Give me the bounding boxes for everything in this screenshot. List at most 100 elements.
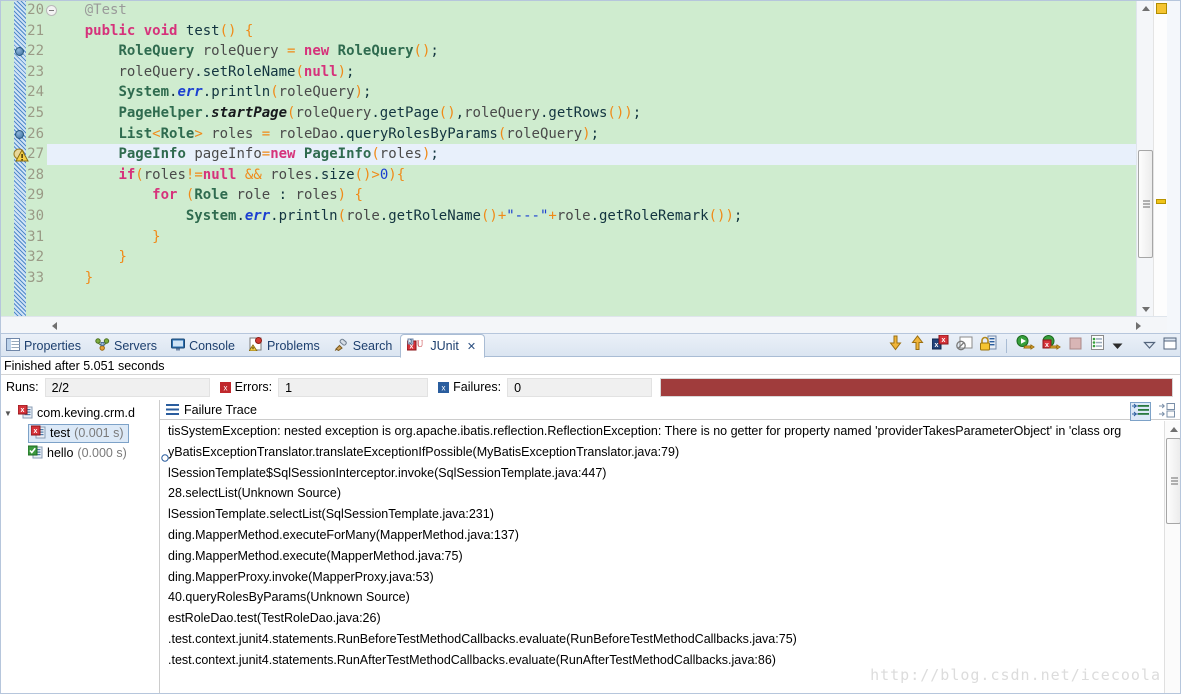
gutter-line[interactable]: 23 bbox=[0, 62, 47, 83]
scroll-left-arrow-icon[interactable] bbox=[46, 317, 63, 334]
scroll-down-arrow-icon[interactable] bbox=[1137, 301, 1154, 317]
gutter-line[interactable]: 24 bbox=[0, 82, 47, 103]
code-line[interactable]: if(roles!=null && roles.size()>0){ bbox=[47, 165, 1167, 186]
code-text-area[interactable]: @Test public void test() { RoleQuery rol… bbox=[47, 0, 1167, 317]
editor-overview-ruler[interactable] bbox=[1153, 0, 1167, 317]
failure-trace-line[interactable]: lSessionTemplate$SqlSessionInterceptor.i… bbox=[160, 463, 1164, 484]
gutter-line[interactable]: 21 bbox=[0, 21, 47, 42]
code-line[interactable]: PageInfo pageInfo=new PageInfo(roles); bbox=[47, 144, 1167, 165]
fold-collapse-icon[interactable] bbox=[46, 5, 57, 16]
gutter-line[interactable]: 28 bbox=[0, 165, 47, 186]
overview-warning-marker-icon[interactable] bbox=[1156, 3, 1167, 14]
breakpoint-icon[interactable] bbox=[15, 47, 24, 57]
view-tabs[interactable]: Properties Servers Console Problems Search x J… bbox=[0, 334, 486, 358]
rerun-failed-tests-button[interactable]: x bbox=[1042, 335, 1061, 356]
tab-problems[interactable]: Problems bbox=[243, 334, 328, 357]
code-line[interactable]: } bbox=[47, 268, 1167, 289]
editor-horizontal-scrollbar[interactable] bbox=[0, 316, 1167, 333]
close-icon[interactable]: ✕ bbox=[467, 340, 476, 353]
breakpoint-icon[interactable] bbox=[15, 129, 24, 139]
code-line[interactable]: System.err.println(role.getRoleName()+"-… bbox=[47, 206, 1167, 227]
code-line[interactable]: public void test() { bbox=[47, 21, 1167, 42]
code-line[interactable]: roleQuery.setRoleName(null); bbox=[47, 62, 1167, 83]
view-menu-button[interactable] bbox=[1112, 337, 1123, 355]
view-toolbar[interactable]: xxx bbox=[888, 334, 1177, 357]
failure-trace-line[interactable]: ding.MapperProxy.invoke(MapperProxy.java… bbox=[160, 567, 1164, 588]
gutter-line[interactable]: 30 bbox=[0, 206, 47, 227]
gutter-line[interactable]: 25 bbox=[0, 103, 47, 124]
scroll-up-arrow-icon[interactable] bbox=[1137, 0, 1154, 16]
gutter-line[interactable]: 32 bbox=[0, 247, 47, 268]
failure-trace-line[interactable]: ding.MapperMethod.executeForMany(MapperM… bbox=[160, 525, 1164, 546]
code-line[interactable]: @Test bbox=[47, 0, 1167, 21]
failure-trace-label: Failure Trace bbox=[184, 402, 257, 417]
editor-gutter[interactable]: 20 21 22 23 24 25 26 27 28 29 30 31 32 33 bbox=[0, 0, 57, 317]
previous-failed-test-button[interactable] bbox=[910, 335, 925, 356]
failure-trace-line[interactable]: 28.selectList(Unknown Source) bbox=[160, 483, 1164, 504]
trace-vertical-scrollbar[interactable] bbox=[1164, 421, 1181, 694]
editor-viewport[interactable]: 20 21 22 23 24 25 26 27 28 29 30 31 32 33 @Test publi… bbox=[0, 0, 1167, 317]
scroll-right-arrow-icon[interactable] bbox=[1130, 317, 1147, 334]
overview-warning-marker-icon[interactable] bbox=[1156, 199, 1166, 204]
failure-trace-line[interactable]: .test.context.junit4.statements.RunAfter… bbox=[160, 650, 1164, 671]
maximize-view-button[interactable] bbox=[1163, 337, 1177, 355]
svg-text:x: x bbox=[942, 337, 946, 344]
line-number: 27 bbox=[27, 146, 44, 163]
tab-junit[interactable]: x J U JUnit ✕ bbox=[400, 334, 486, 358]
code-line[interactable]: PageHelper.startPage(roleQuery.getPage()… bbox=[47, 103, 1167, 124]
selected-test-item[interactable]: x test (0.001 s) bbox=[28, 423, 129, 443]
gutter-line[interactable]: 33 bbox=[0, 268, 47, 289]
trace-scrollbar-thumb[interactable] bbox=[1166, 438, 1181, 524]
test-tree-item[interactable]: ▼ x com.keving.crm.d bbox=[0, 403, 159, 423]
test-duration: (0.000 s) bbox=[77, 446, 127, 460]
test-hierarchy-tree[interactable]: ▼ x com.keving.crm.d x test (0.001 s) hello (0.… bbox=[0, 400, 160, 694]
tab-properties[interactable]: Properties bbox=[0, 334, 89, 357]
tab-search[interactable]: Search bbox=[328, 334, 401, 357]
editor-scrollbar-thumb[interactable] bbox=[1138, 150, 1153, 258]
terminate-button[interactable] bbox=[1068, 336, 1083, 356]
editor-vertical-scrollbar[interactable] bbox=[1136, 0, 1153, 317]
test-name: test bbox=[50, 426, 71, 440]
scroll-lock-button[interactable] bbox=[980, 335, 997, 356]
gutter-line[interactable]: 29 bbox=[0, 185, 47, 206]
show-failures-only-button[interactable]: xx bbox=[931, 334, 949, 356]
failure-trace-line[interactable]: yBatisExceptionTranslator.translateExcep… bbox=[160, 442, 1164, 463]
arrow-down-icon bbox=[888, 335, 903, 356]
trace-scroll-up-arrow-icon[interactable] bbox=[1165, 421, 1181, 437]
tree-expand-arrow-icon[interactable]: ▼ bbox=[4, 409, 14, 418]
failure-trace-list[interactable]: tisSystemException: nested exception is … bbox=[160, 421, 1164, 694]
failure-trace-line[interactable]: .test.context.junit4.statements.RunBefor… bbox=[160, 629, 1164, 650]
code-line[interactable]: } bbox=[47, 247, 1167, 268]
test-tree-item[interactable]: x test (0.001 s) bbox=[0, 423, 159, 443]
minimize-view-button[interactable] bbox=[1143, 337, 1156, 355]
code-line[interactable]: } bbox=[47, 227, 1167, 248]
code-line[interactable]: for (Role role : roles) { bbox=[47, 185, 1167, 206]
gutter-line[interactable]: 20 bbox=[0, 0, 57, 21]
gutter-line[interactable]: 27 bbox=[0, 144, 47, 165]
line-number: 33 bbox=[27, 269, 44, 286]
junit-progress-bar bbox=[660, 377, 1173, 397]
warning-icon[interactable] bbox=[13, 147, 29, 162]
failure-trace-line[interactable]: tisSystemException: nested exception is … bbox=[160, 421, 1164, 442]
filter-stack-trace-button[interactable] bbox=[1130, 402, 1151, 421]
tab-servers[interactable]: Servers bbox=[89, 334, 165, 357]
stop-junit-button[interactable] bbox=[956, 335, 973, 356]
tab-console[interactable]: Console bbox=[165, 334, 243, 357]
gutter-line[interactable]: 26 bbox=[0, 124, 47, 145]
failure-trace-line[interactable]: estRoleDao.test(TestRoleDao.java:26) bbox=[160, 608, 1164, 629]
failure-trace-toolbar[interactable] bbox=[1130, 402, 1177, 421]
failure-trace-line[interactable]: 40.queryRolesByParams(Unknown Source) bbox=[160, 587, 1164, 608]
code-line[interactable]: RoleQuery roleQuery = new RoleQuery(); bbox=[47, 41, 1167, 62]
trace-text: lSessionTemplate$SqlSessionInterceptor.i… bbox=[168, 465, 607, 480]
code-line[interactable]: List<Role> roles = roleDao.queryRolesByP… bbox=[47, 124, 1167, 145]
compare-result-button[interactable] bbox=[1156, 402, 1177, 421]
test-tree-item[interactable]: hello (0.000 s) bbox=[0, 443, 159, 463]
test-run-history-button[interactable] bbox=[1090, 335, 1105, 356]
code-line[interactable]: System.err.println(roleQuery); bbox=[47, 82, 1167, 103]
gutter-line[interactable]: 31 bbox=[0, 227, 47, 248]
rerun-test-button[interactable] bbox=[1016, 335, 1035, 356]
failure-trace-line[interactable]: lSessionTemplate.selectList(SqlSessionTe… bbox=[160, 504, 1164, 525]
gutter-line[interactable]: 22 bbox=[0, 41, 47, 62]
failure-trace-line[interactable]: ding.MapperMethod.execute(MapperMethod.j… bbox=[160, 546, 1164, 567]
next-failed-test-button[interactable] bbox=[888, 335, 903, 356]
